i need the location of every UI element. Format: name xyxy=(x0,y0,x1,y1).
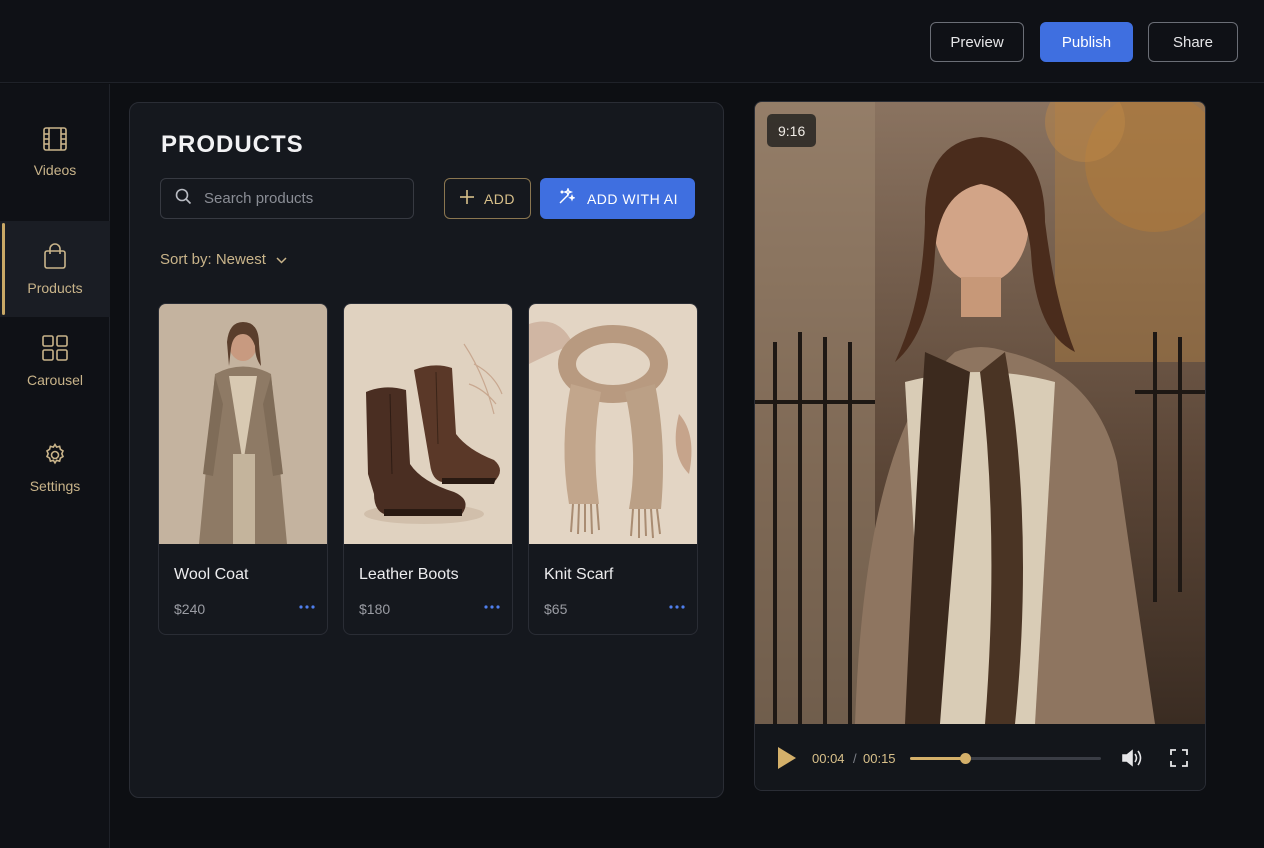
play-icon[interactable] xyxy=(777,746,797,775)
sidebar-item-products[interactable]: Products xyxy=(0,221,110,317)
more-options-icon[interactable] xyxy=(669,596,685,614)
sidebar-item-settings[interactable]: Settings xyxy=(0,420,110,516)
current-time: 00:04 xyxy=(812,751,845,766)
search-input[interactable] xyxy=(204,190,394,207)
sort-label: Sort by: Newest xyxy=(160,251,266,268)
sidebar-item-label: Products xyxy=(27,280,83,296)
knit-scarf-photo xyxy=(529,304,697,544)
product-card[interactable]: Knit Scarf $65 xyxy=(528,303,698,635)
search-box[interactable] xyxy=(160,178,414,219)
progress-handle[interactable] xyxy=(960,753,972,764)
sidebar-item-label: Settings xyxy=(29,478,81,494)
sparkle-icon xyxy=(557,186,576,209)
product-price: $65 xyxy=(544,601,568,617)
progress-slider[interactable] xyxy=(910,753,1101,764)
product-price: $240 xyxy=(174,601,206,617)
video-controls: 00:04 / 00:15 xyxy=(755,724,1205,790)
grid-icon xyxy=(41,334,69,362)
more-options-icon[interactable] xyxy=(299,596,315,614)
publish-button[interactable]: Publish xyxy=(1040,22,1133,62)
shopping-bag-icon xyxy=(42,242,68,270)
add-with-ai-button[interactable]: ADD WITH AI xyxy=(540,178,695,219)
plus-icon xyxy=(459,190,474,207)
add-with-ai-label: ADD WITH AI xyxy=(586,190,679,207)
film-icon xyxy=(42,126,68,152)
aspect-ratio-badge: 9:16 xyxy=(767,114,817,147)
wool-coat-photo xyxy=(159,304,327,544)
sidebar: Videos Products Carousel Settings xyxy=(0,84,110,848)
gear-icon xyxy=(42,442,68,468)
chevron-down-icon xyxy=(276,251,287,268)
product-name: Wool Coat xyxy=(174,566,249,583)
add-button[interactable]: ADD xyxy=(444,178,531,219)
video-frame[interactable] xyxy=(755,102,1206,724)
sort-dropdown[interactable]: Sort by: Newest xyxy=(160,251,287,268)
sidebar-item-videos[interactable]: Videos xyxy=(0,104,110,200)
products-panel: PRODUCTS ADD ADD WITH AI Sort by: Newest xyxy=(129,102,724,798)
more-options-icon[interactable] xyxy=(484,596,500,614)
sidebar-item-label: Carousel xyxy=(26,372,84,388)
progress-fill xyxy=(910,757,966,760)
sidebar-item-label: Videos xyxy=(33,162,77,178)
product-card[interactable]: Wool Coat $240 xyxy=(158,303,328,635)
product-name: Knit Scarf xyxy=(544,566,614,583)
product-name: Leather Boots xyxy=(359,566,459,583)
sidebar-item-carousel[interactable]: Carousel xyxy=(0,313,110,409)
product-card[interactable]: Leather Boots $180 xyxy=(343,303,513,635)
add-button-label: ADD xyxy=(483,190,516,207)
product-price: $180 xyxy=(359,601,391,617)
page-title: PRODUCTS xyxy=(161,131,304,158)
time-separator: / xyxy=(853,751,857,766)
volume-icon[interactable] xyxy=(1121,748,1143,773)
preview-button[interactable]: Preview xyxy=(930,22,1024,62)
search-icon xyxy=(175,188,192,210)
top-bar: Preview Publish Share xyxy=(0,0,1264,83)
share-button[interactable]: Share xyxy=(1148,22,1238,62)
leather-boots-photo xyxy=(344,304,512,544)
total-time: 00:15 xyxy=(863,751,896,766)
video-preview: 9:16 00:04 / 00:15 xyxy=(754,101,1206,791)
fullscreen-icon[interactable] xyxy=(1169,748,1189,773)
